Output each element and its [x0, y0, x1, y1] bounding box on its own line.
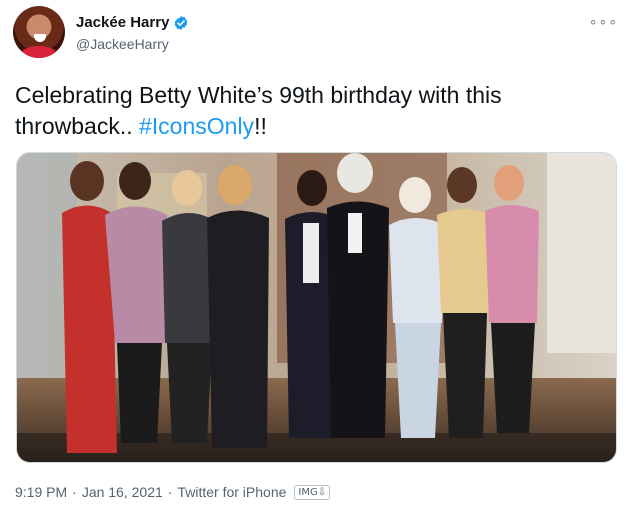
hashtag-link[interactable]: #IconsOnly	[139, 113, 254, 139]
tweet-date[interactable]: Jan 16, 2021	[82, 484, 163, 500]
author-name-row[interactable]: Jackée Harry	[76, 14, 189, 31]
avatar[interactable]	[13, 6, 65, 58]
avatar-shirt	[21, 46, 57, 58]
verified-badge-icon	[175, 15, 188, 30]
author-name[interactable]: Jackée Harry	[76, 14, 169, 31]
tweet-photo[interactable]	[16, 152, 617, 463]
tweet-meta: 9:19 PM · Jan 16, 2021 · Twitter for iPh…	[15, 484, 331, 500]
more-options-icon[interactable]: ∘∘∘	[589, 14, 618, 28]
tweet-text: Celebrating Betty White’s 99th birthday …	[15, 80, 615, 142]
author-handle[interactable]: @JackeeHarry	[76, 36, 169, 52]
tweet-time[interactable]: 9:19 PM	[15, 484, 67, 500]
group-photo-illustration	[17, 153, 616, 462]
meta-separator: ·	[72, 484, 77, 500]
meta-separator: ·	[167, 484, 173, 500]
tweet-text-suffix: !!	[254, 113, 267, 139]
tweet-source[interactable]: Twitter for iPhone	[177, 484, 286, 500]
avatar-mouth	[34, 34, 46, 42]
image-download-badge[interactable]: IMG⇩	[294, 484, 331, 500]
tweet-card: Jackée Harry @JackeeHarry ∘∘∘ Celebratin…	[0, 0, 632, 514]
